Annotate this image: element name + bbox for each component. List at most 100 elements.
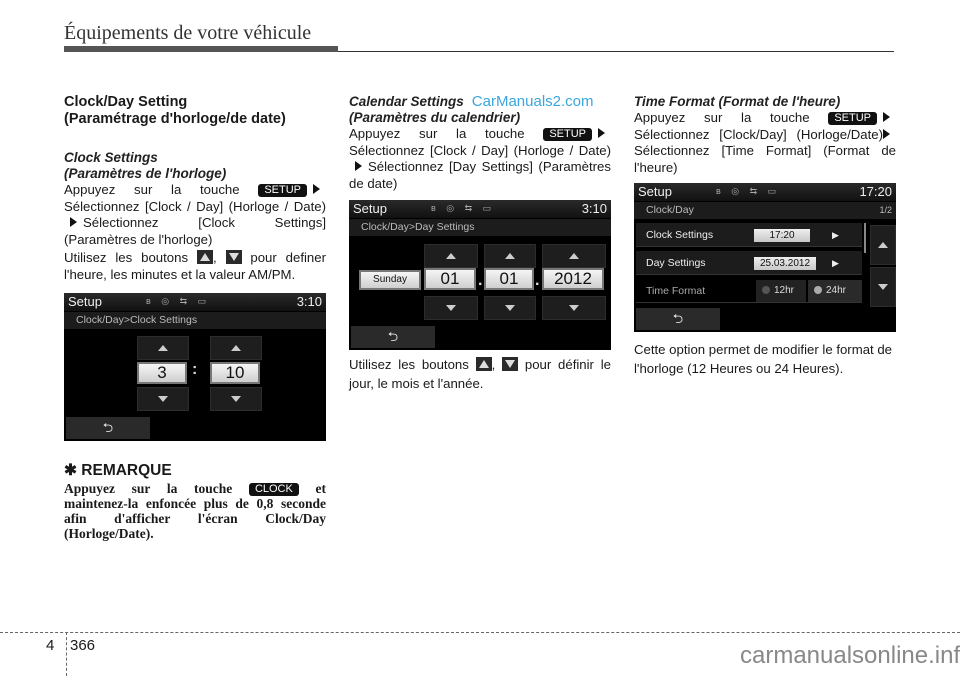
chevron-right-icon: ▶: [832, 230, 839, 240]
day-value: 01: [424, 268, 476, 290]
month-up-button[interactable]: [484, 244, 536, 268]
day-down-button[interactable]: [424, 296, 478, 320]
day-instructions: Utilisez les boutons , pour définir le j…: [349, 355, 611, 393]
radio-12hr[interactable]: 12hr: [756, 280, 806, 302]
day-up-button[interactable]: [424, 244, 478, 268]
up-button-icon: [196, 250, 213, 264]
menu-row-day-settings[interactable]: Day Settings 25.03.2012 ▶: [636, 251, 862, 275]
up-button-icon: [475, 357, 492, 371]
row-label: Time Format: [646, 285, 706, 297]
section-heading: Clock/Day Setting (Paramétrage d'horloge…: [64, 94, 326, 128]
date-separator: .: [535, 272, 540, 289]
text: Cette option permet de modifier le forma…: [634, 342, 893, 376]
status-icons: ʙ ◎ ⇆ ▭: [146, 296, 211, 306]
note-text: Appuyez sur la touche CLOCK et maintenez…: [64, 481, 326, 541]
footer-divider: [66, 632, 67, 676]
time-separator: :: [192, 361, 198, 378]
text: Utilisez les boutons: [64, 250, 189, 265]
minute-up-button[interactable]: [210, 336, 262, 360]
column-calendar: Calendar Settings CarManuals2.com (Paramè…: [349, 94, 611, 192]
page-number: 366: [70, 637, 96, 654]
footer-rule: [0, 632, 960, 633]
text: Utilisez les boutons: [349, 357, 469, 372]
back-button[interactable]: ⮌: [351, 326, 435, 348]
row-label: Clock Settings: [646, 229, 714, 241]
month-value: 01: [484, 268, 534, 290]
page-indicator: 1/2: [879, 205, 892, 215]
page-down-button[interactable]: [870, 267, 896, 307]
month-down-button[interactable]: [484, 296, 536, 320]
text: Sélectionnez [Day Settings] (Paramètres …: [349, 159, 611, 191]
down-button-icon: [225, 250, 242, 264]
screen-clock: 3:10: [581, 201, 607, 216]
date-separator: .: [478, 272, 483, 289]
screen-clock-settings: Setup ʙ ◎ ⇆ ▭ 3:10 Clock/Day>Clock Setti…: [64, 293, 326, 441]
chapter-number: 4: [46, 637, 55, 654]
year-up-button[interactable]: [542, 244, 606, 268]
text: Sélectionnez [Time Format] (Format de l'…: [634, 143, 896, 175]
breadcrumb-text: Clock/Day: [646, 204, 694, 216]
subheading-time-format: Time Format (Format de l'heure): [634, 94, 841, 109]
minute-value: 10: [210, 362, 260, 384]
screen-header: Setup ʙ ◎ ⇆ ▭ 3:10: [64, 293, 326, 311]
subheading-line: (Paramètres de l'horloge): [64, 166, 227, 181]
page-up-button[interactable]: [870, 225, 896, 265]
screen-title: Setup: [68, 294, 102, 309]
arrow-right-icon: [313, 184, 320, 194]
clock-key: CLOCK: [248, 483, 299, 496]
instructions-buttons: Utilisez les boutons , pour definer l'he…: [64, 250, 326, 283]
text: ,: [491, 357, 496, 372]
clock-value: 17:20: [754, 229, 810, 242]
arrow-right-icon: [355, 161, 362, 171]
setup-key: SETUP: [543, 128, 592, 141]
year-down-button[interactable]: [542, 296, 606, 320]
menu-row-clock-settings[interactable]: Clock Settings 17:20 ▶: [636, 223, 862, 247]
watermark: carmanualsonline.info: [740, 642, 960, 669]
running-header: Équipements de votre véhicule: [64, 22, 312, 44]
text: Sélectionnez [Clock / Day] (Horloge / Da…: [349, 142, 611, 158]
hour-value: 3: [137, 362, 187, 384]
watermark: CarManuals2.com: [471, 93, 594, 110]
down-button-icon: [502, 357, 519, 371]
instructions: Appuyez sur la touche SETUP Sélectionnez…: [349, 126, 611, 192]
subheading-clock-settings: Clock Settings (Paramètres de l'horloge): [64, 150, 326, 182]
screen-day-settings: Setup ʙ ◎ ⇆ ▭ 3:10 Clock/Day>Day Setting…: [349, 200, 611, 350]
text: Sélectionnez [Clock Settings] (Paramètre…: [64, 215, 326, 247]
screen-title: Setup: [353, 201, 387, 216]
weekday-value: Sunday: [359, 270, 421, 290]
scrollbar[interactable]: [864, 223, 866, 253]
minute-down-button[interactable]: [210, 387, 262, 411]
subheading-line: Calendar Settings: [349, 94, 464, 109]
year-value: 2012: [542, 268, 604, 290]
column-time-format: Time Format (Format de l'heure) Appuyez …: [634, 94, 896, 176]
breadcrumb: Clock/Day>Day Settings: [349, 219, 611, 236]
instructions: Appuyez sur la touche SETUP Sélectionnez…: [64, 182, 326, 248]
text: Appuyez sur la touche: [64, 182, 240, 197]
setup-key: SETUP: [258, 184, 307, 197]
hour-down-button[interactable]: [137, 387, 189, 411]
screen-clock: 3:10: [296, 294, 322, 309]
arrow-right-icon: [883, 128, 890, 139]
radio-dot: [762, 286, 770, 294]
arrow-right-icon: [883, 112, 890, 122]
screen-clock-day-menu: Setup ʙ ◎ ⇆ ▭ 17:20 Clock/Day 1/2 Clock …: [634, 183, 896, 332]
hour-up-button[interactable]: [137, 336, 189, 360]
text: Appuyez sur la touche: [349, 126, 525, 141]
text: Sélectionnez [Clock / Day] (Horloge / Da…: [64, 198, 326, 214]
text: Appuyez sur la touche: [64, 481, 233, 496]
text: Sélectionnez [Clock/Day] (Horloge/Date): [634, 126, 883, 142]
radio-label: 24hr: [826, 285, 847, 296]
back-button[interactable]: ⮌: [66, 417, 150, 439]
header-rule: [338, 51, 894, 52]
breadcrumb: Clock/Day 1/2: [634, 202, 896, 219]
text: Appuyez sur la touche: [634, 110, 810, 125]
row-label: Day Settings: [646, 257, 706, 269]
back-button[interactable]: ⮌: [636, 308, 720, 330]
note-title: ✱ REMARQUE: [64, 462, 172, 479]
setup-key: SETUP: [828, 112, 877, 125]
radio-24hr[interactable]: 24hr: [808, 280, 862, 302]
date-value: 25.03.2012: [754, 257, 816, 270]
radio-dot: [814, 286, 822, 294]
breadcrumb: Clock/Day>Clock Settings: [64, 312, 326, 329]
heading-line: Clock/Day Setting: [64, 94, 188, 110]
